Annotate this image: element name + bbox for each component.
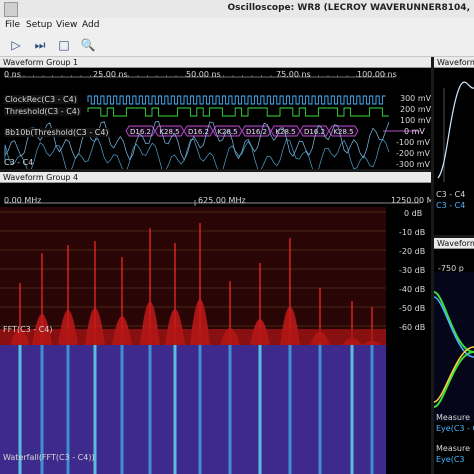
freq-tick-0: 0.00 MHz xyxy=(4,196,42,205)
waterfall-streak xyxy=(318,345,322,474)
time-tick-25: 25.00 ns xyxy=(93,70,128,79)
db-tick-30: -30 dB xyxy=(399,266,426,275)
fft-plot[interactable] xyxy=(0,183,431,474)
group1-plot[interactable]: D16.2 K28.5 D16.2 K28.5 D16.2 K28.5 D16.2 K28.5 xyxy=(0,68,431,169)
time-tick-100: 100.00 ns xyxy=(357,70,397,79)
db-tick-60: -60 dB xyxy=(399,323,426,332)
menu-setup[interactable]: Setup xyxy=(26,20,52,30)
group4-title: Waveform Group 4 xyxy=(0,172,431,183)
menu-add[interactable]: Add xyxy=(82,20,99,30)
eye-plot[interactable] xyxy=(434,272,474,422)
freq-tick-1250: 1250.00 M xyxy=(391,196,431,205)
waveform-group-1: Waveform Group 1 D16.2 K28.5 D16.2 K28.5 D16… xyxy=(0,57,431,169)
db-tick-10: -10 dB xyxy=(399,228,426,237)
waterfall-streak xyxy=(350,345,354,474)
waterfall-streak xyxy=(258,345,262,474)
volt-tick-m300: -300 mV xyxy=(396,160,430,169)
menu-view[interactable]: View xyxy=(56,20,77,30)
volt-tick-m200: -200 mV xyxy=(396,149,430,158)
right-top-panel: Waveform C3 - C4 C3 - C4 xyxy=(434,57,474,235)
title-bar: Oscilloscope: WR8 (LECROY WAVERUNNER8104… xyxy=(0,0,474,18)
threshold-label[interactable]: Threshold(C3 - C4) xyxy=(4,107,81,116)
measure-label-1: Measure xyxy=(436,413,470,422)
waterfall-streak xyxy=(120,345,124,474)
waterfall-streak xyxy=(148,345,152,474)
fft-noise-floor xyxy=(0,329,386,345)
waterfall-streak xyxy=(228,345,232,474)
clockrec-label[interactable]: ClockRec(C3 - C4) xyxy=(4,95,78,104)
db-tick-20: -20 dB xyxy=(399,247,426,256)
right-top-title: Waveform xyxy=(434,57,474,68)
eye-label: Eye(C3 - C4) xyxy=(436,424,474,433)
right-bottom-panel: Waveform -750 p Measure Eye(C3 - C4) Mea… xyxy=(434,238,474,474)
app-icon xyxy=(4,2,18,17)
menu-bar: File Setup View Add xyxy=(0,18,474,34)
db-tick-50: -50 dB xyxy=(399,304,426,313)
decode-symbol-text: K28.5 xyxy=(217,128,237,136)
volt-tick-100: 100 mV xyxy=(400,116,431,125)
waveform-group-4: Waveform Group 4 0.00 MHz 625.00 MHz 125… xyxy=(0,172,431,474)
decode-symbol-text: K28.5 xyxy=(333,128,353,136)
decode-symbol-text: D16.2 xyxy=(304,128,325,136)
waterfall-streak xyxy=(198,345,202,474)
volt-tick-200: 200 mV xyxy=(400,105,431,114)
db-tick-0: 0 dB xyxy=(404,209,423,218)
step-icon[interactable]: ⏭ xyxy=(32,37,48,53)
decode-label[interactable]: 8b10b(Threshold(C3 - C4) xyxy=(4,128,110,137)
right-top-label: C3 - C4 xyxy=(436,190,466,199)
db-tick-40: -40 dB xyxy=(399,285,426,294)
window-title: Oscilloscope: WR8 (LECROY WAVERUNNER8104… xyxy=(227,3,470,13)
toolbar: ▷ ⏭ □ 🔍 xyxy=(0,34,474,57)
group1-title: Waveform Group 1 xyxy=(0,57,431,68)
waterfall-streak xyxy=(173,345,177,474)
waterfall-streak xyxy=(288,345,292,474)
time-tick-75: 75.00 ns xyxy=(276,70,311,79)
menu-file[interactable]: File xyxy=(5,20,20,30)
volt-tick-300: 300 mV xyxy=(400,94,431,103)
eye-sublabel: Eye(C3 xyxy=(436,455,465,464)
zoom-icon[interactable]: 🔍 xyxy=(80,37,96,53)
waterfall-label[interactable]: Waterfall(FFT(C3 - C4)) xyxy=(3,453,95,462)
volt-tick-m100: -100 mV xyxy=(396,138,430,147)
play-icon[interactable]: ▷ xyxy=(8,37,24,53)
analog-label[interactable]: C3 - C4 xyxy=(4,158,33,167)
stop-icon[interactable]: □ xyxy=(56,37,72,53)
decode-symbol-text: D16.2 xyxy=(246,128,267,136)
fft-label[interactable]: FFT(C3 - C4) xyxy=(3,325,53,334)
measure-label-2: Measure xyxy=(436,444,470,453)
time-tick-50: 50.00 ns xyxy=(186,70,221,79)
waterfall-streak xyxy=(370,345,374,474)
right-bottom-title: Waveform xyxy=(434,238,474,249)
freq-tick-625: 625.00 MHz xyxy=(198,196,246,205)
right-top-sublabel: C3 - C4 xyxy=(436,201,466,210)
volt-tick-0: 0 mV xyxy=(404,127,425,136)
time-tick-0: 0 ns xyxy=(4,70,21,79)
